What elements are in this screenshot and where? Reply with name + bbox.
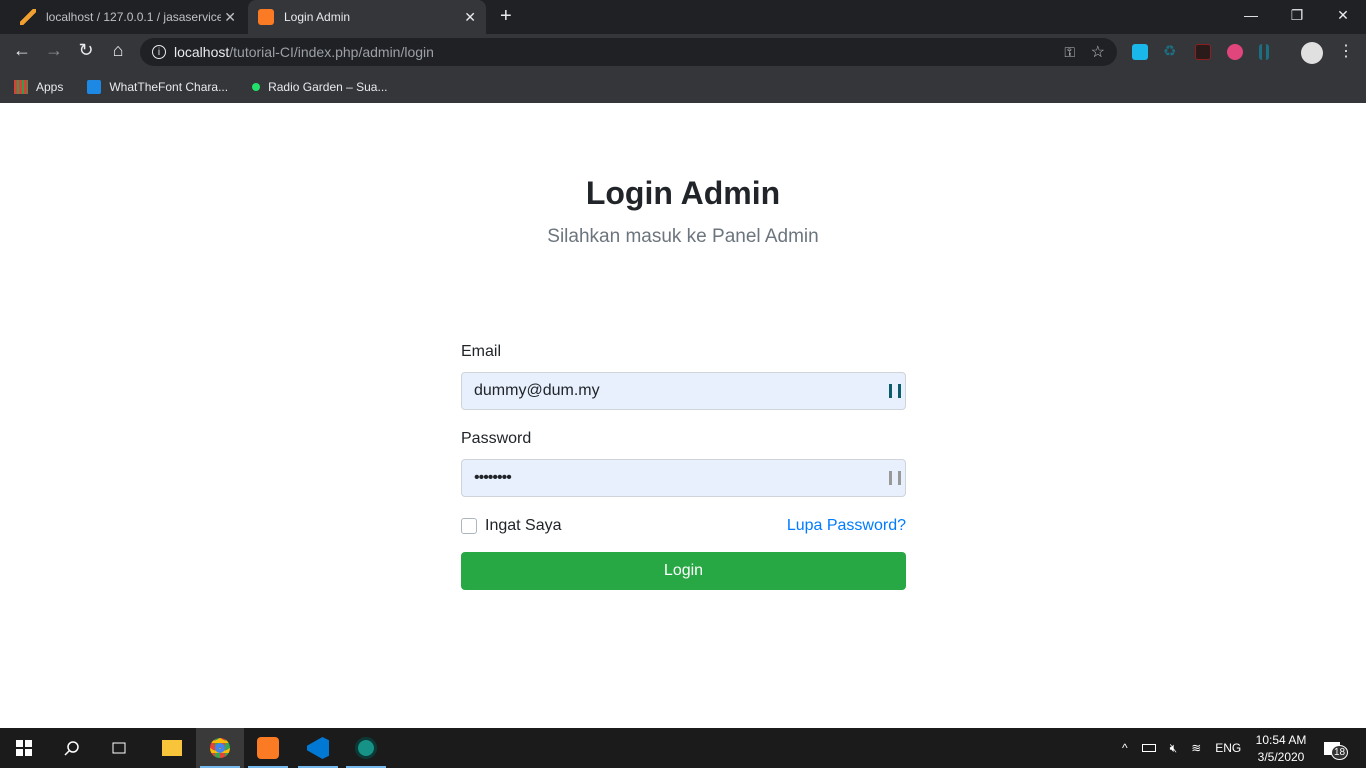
chevron-up-icon[interactable]: ^ — [1122, 741, 1128, 755]
language-indicator[interactable]: ENG — [1215, 741, 1241, 755]
reload-icon[interactable]: ↻ — [74, 40, 98, 61]
extension-record-icon[interactable] — [1227, 44, 1243, 60]
extension-recycle-icon[interactable]: ♻ — [1163, 42, 1179, 60]
menu-icon[interactable]: ⋮ — [1338, 41, 1354, 61]
task-view-icon[interactable] — [96, 728, 144, 768]
extension-share-icon[interactable] — [1132, 44, 1148, 60]
volume-muted-icon[interactable]: 🔇︎ — [1170, 741, 1178, 756]
login-form: Email dummy@dum.my Password •••••••• Ing… — [461, 343, 906, 590]
xampp-icon[interactable] — [244, 728, 292, 768]
file-explorer-icon[interactable] — [148, 728, 196, 768]
forward-icon[interactable]: → — [42, 40, 66, 61]
dashlane-autofill-icon[interactable] — [889, 384, 901, 398]
dashlane-autofill-icon[interactable] — [889, 471, 901, 485]
home-icon[interactable]: ⌂ — [106, 40, 130, 61]
page-content: Login Admin Silahkan masuk ke Panel Admi… — [0, 103, 1366, 728]
key-icon[interactable]: ⚿ — [1064, 44, 1075, 61]
clock-time: 10:54 AM — [1255, 732, 1307, 747]
tab-bar: localhost / 127.0.0.1 / jasaservice ✕ Lo… — [0, 0, 1366, 34]
clock[interactable]: 10:54 AM 3/5/2020 — [1255, 728, 1307, 768]
tab-title: Login Admin — [284, 10, 351, 24]
apps-grid-icon — [14, 79, 28, 94]
taskbar: ^ 🔇︎ ≋ ENG 10:54 AM 3/5/2020 18 — [0, 728, 1366, 768]
clock-date: 3/5/2020 — [1257, 749, 1305, 764]
email-value: dummy@dum.my — [474, 382, 600, 399]
extension-pdf-icon[interactable] — [1195, 44, 1211, 60]
page-title: Login Admin — [585, 175, 781, 211]
tab-login-admin[interactable]: Login Admin ✕ — [248, 0, 486, 34]
search-icon[interactable] — [48, 728, 96, 768]
password-input[interactable]: •••••••• — [461, 459, 906, 497]
close-icon[interactable]: ✕ — [224, 9, 236, 26]
browser-toolbar: ← → ↻ ⌂ i localhost/tutorial-CI/index.ph… — [0, 34, 1366, 70]
email-label: Email — [461, 343, 502, 360]
bookmark-radio-garden[interactable]: Radio Garden – Sua... — [252, 80, 388, 94]
tab-phpmyadmin[interactable]: localhost / 127.0.0.1 / jasaservice ✕ — [10, 0, 246, 34]
bookmark-whatthefont[interactable]: WhatTheFont Chara... — [87, 79, 228, 94]
forgot-password-link[interactable]: Lupa Password? — [787, 517, 906, 535]
email-input[interactable]: dummy@dum.my — [461, 372, 906, 410]
address-bar[interactable]: i localhost/tutorial-CI/index.php/admin/… — [140, 38, 1117, 66]
restore-button[interactable]: ❐ — [1274, 0, 1320, 30]
url-path: /tutorial-CI/index.php/admin/login — [229, 44, 434, 60]
wifi-icon[interactable]: ≋ — [1191, 741, 1201, 755]
window-close-button[interactable]: ✕ — [1320, 0, 1366, 30]
action-center-icon[interactable]: 18 — [1324, 728, 1349, 768]
minimize-button[interactable]: — — [1228, 0, 1274, 30]
new-tab-button[interactable]: + — [500, 5, 512, 28]
windows-start-icon[interactable] — [0, 728, 48, 768]
tab-title: localhost / 127.0.0.1 / jasaservice — [46, 10, 221, 24]
close-icon[interactable]: ✕ — [464, 9, 476, 26]
xampp-icon — [258, 9, 274, 25]
whatthefont-icon — [87, 79, 102, 94]
password-value: •••••••• — [474, 469, 512, 486]
back-icon[interactable]: ← — [10, 40, 34, 61]
chrome-icon[interactable] — [196, 728, 244, 768]
bookmarks-bar: Apps WhatTheFont Chara... Radio Garden –… — [0, 70, 1366, 103]
gitkraken-icon[interactable] — [342, 728, 390, 768]
bookmark-apps[interactable]: Apps — [14, 79, 63, 94]
profile-avatar[interactable] — [1301, 42, 1323, 64]
battery-icon[interactable] — [1141, 744, 1156, 752]
info-icon[interactable]: i — [152, 45, 166, 59]
vscode-icon[interactable] — [294, 728, 342, 768]
star-icon[interactable]: ☆ — [1091, 42, 1105, 62]
system-tray: ^ 🔇︎ ≋ ENG — [1122, 728, 1241, 768]
url-host: localhost — [174, 44, 230, 60]
page-subtitle: Silahkan masuk ke Panel Admin — [547, 226, 819, 247]
phpmyadmin-icon — [20, 9, 36, 25]
checkbox[interactable] — [461, 518, 477, 534]
remember-me-label: Ingat Saya — [485, 517, 562, 534]
extension-dashlane-icon[interactable] — [1259, 44, 1269, 60]
login-button[interactable]: Login — [461, 552, 906, 590]
password-label: Password — [461, 430, 532, 447]
radio-garden-icon — [252, 82, 261, 91]
remember-me-checkbox[interactable]: Ingat Saya — [461, 517, 562, 535]
notification-count-badge: 18 — [1331, 745, 1349, 760]
